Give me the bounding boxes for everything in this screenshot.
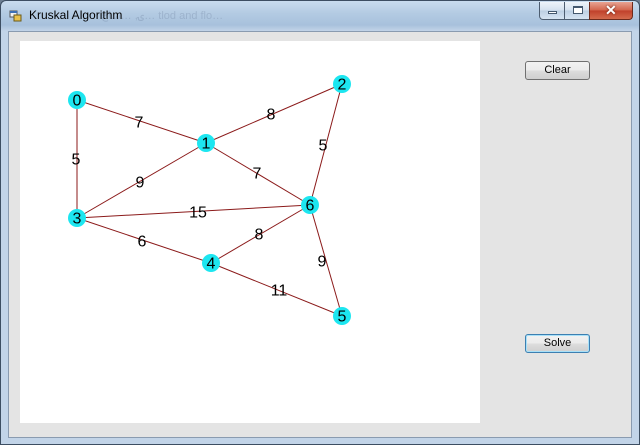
- close-button[interactable]: ✕: [589, 2, 633, 20]
- edge-weight-1-3: 9: [136, 175, 145, 192]
- node-label-5: 5: [338, 309, 347, 326]
- minimize-icon: [548, 11, 557, 14]
- close-icon: ✕: [605, 2, 617, 18]
- clear-button[interactable]: Clear: [525, 61, 590, 80]
- edge-weight-0-3: 5: [72, 152, 81, 169]
- edge-weight-6-5: 9: [318, 254, 327, 271]
- maximize-icon: [573, 6, 583, 14]
- edge-weight-3-4: 6: [138, 234, 147, 251]
- node-label-1: 1: [202, 136, 211, 153]
- edge-weight-4-5: 11: [271, 283, 288, 300]
- edge-weight-1-2: 8: [267, 107, 276, 124]
- edge-weight-3-6: 15: [189, 205, 207, 222]
- node-label-0: 0: [73, 93, 82, 110]
- app-icon: [9, 10, 22, 22]
- edge-weight-0-1: 7: [135, 115, 144, 132]
- edge-weight-1-6: 7: [253, 166, 262, 183]
- title-reflection: ۍ, …ساح… tlod and flo…: [101, 10, 224, 22]
- node-label-2: 2: [338, 77, 347, 94]
- graph-drawing: 7 8 5 9 7 5 15 6 8 9 11 0 1 2 3 4 5 6: [68, 75, 351, 326]
- title-bar[interactable]: Kruskal Algorithm ۍ, …ساح… tlod and flo……: [1, 1, 639, 31]
- maximize-button[interactable]: [564, 2, 590, 20]
- graph-canvas[interactable]: 7 8 5 9 7 5 15 6 8 9 11 0 1 2 3 4 5 6: [20, 41, 480, 423]
- minimize-button[interactable]: [539, 2, 565, 20]
- edge-weight-2-6: 5: [319, 138, 328, 155]
- node-label-4: 4: [207, 256, 216, 273]
- solve-button[interactable]: Solve: [525, 334, 590, 353]
- node-label-3: 3: [73, 211, 82, 228]
- form-client-area: 7 8 5 9 7 5 15 6 8 9 11 0 1 2 3 4 5 6 Clear Solve: [8, 31, 632, 438]
- app-window: Kruskal Algorithm ۍ, …ساح… tlod and flo……: [0, 0, 640, 445]
- edge-weight-4-6: 8: [255, 227, 264, 244]
- node-label-6: 6: [306, 198, 315, 215]
